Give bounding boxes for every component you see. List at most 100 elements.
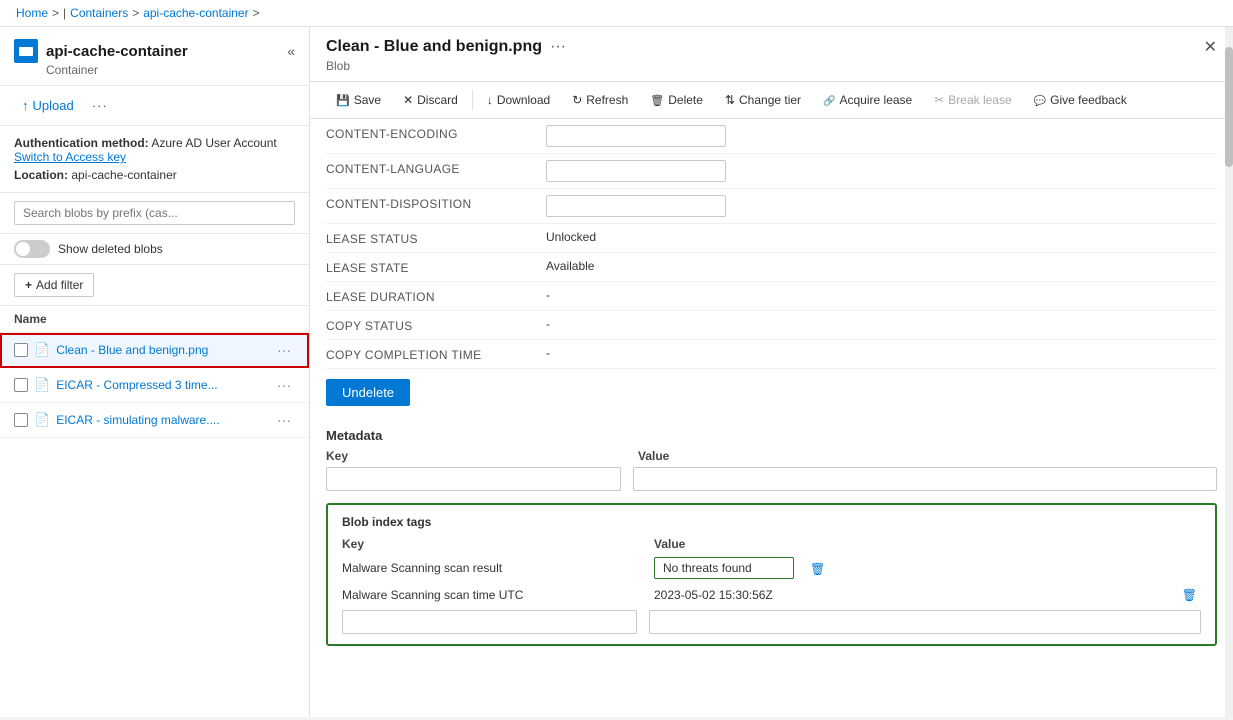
metadata-key-header: Key [326,449,626,463]
metadata-key-input[interactable] [326,467,621,491]
file-more-1[interactable]: ··· [273,340,295,360]
toggle-knob [16,242,30,256]
search-row [0,193,309,234]
detail-header: Clean - Blue and benign.png ··· ✕ Blob [310,27,1233,82]
tag-delete-2[interactable] [1178,585,1201,604]
sidebar-subtitle: Container [46,63,295,77]
tags-new-key-input[interactable] [342,610,637,634]
feedback-icon [1034,93,1046,107]
metadata-row [326,467,1217,491]
file-item-1[interactable]: Clean - Blue and benign.png ··· [0,333,309,368]
auth-info: Authentication method: Azure AD User Acc… [0,126,309,193]
file-icon-1 [34,342,50,358]
change-tier-button[interactable]: Change tier [715,88,811,112]
search-input[interactable] [14,201,295,225]
sidebar-header: api-cache-container « Container [0,27,309,86]
acquire-lease-button[interactable]: Acquire lease [813,88,922,112]
show-deleted-toggle[interactable] [14,240,50,258]
acquire-lease-icon [823,93,835,107]
breadcrumb-containers[interactable]: Containers [70,6,128,20]
metadata-table: Key Value [326,449,1217,491]
sep1 [472,90,473,110]
save-icon [336,93,350,107]
file-name-1: Clean - Blue and benign.png [56,343,267,357]
refresh-icon [572,93,582,107]
file-checkbox-3[interactable] [14,413,28,427]
content-disposition-input[interactable] [546,195,726,217]
detail-panel: Clean - Blue and benign.png ··· ✕ Blob S… [310,27,1233,717]
scrollbar-thumb[interactable] [1225,47,1233,167]
sidebar-title: api-cache-container [46,43,188,60]
breadcrumb-home[interactable]: Home [16,6,48,20]
file-list-header: Name [0,306,309,333]
discard-icon [403,93,413,107]
metadata-section-title: Metadata [326,428,1217,443]
prop-content-disposition: CONTENT-DISPOSITION [326,189,1217,224]
file-name-2: EICAR - Compressed 3 time... [56,378,267,392]
save-button[interactable]: Save [326,88,391,112]
prop-content-language: CONTENT-LANGUAGE [326,154,1217,189]
sidebar-toolbar: Upload [0,86,309,126]
download-button[interactable]: Download [477,88,560,112]
tag-row-2: Malware Scanning scan time UTC 2023-05-0… [342,585,1201,604]
metadata-header-row: Key Value [326,449,1217,463]
prop-content-encoding: CONTENT-ENCODING [326,119,1217,154]
tag-key-2: Malware Scanning scan time UTC [342,588,642,602]
file-item-2[interactable]: EICAR - Compressed 3 time... ··· [0,368,309,403]
add-filter-row: Add filter [0,265,309,306]
tag-delete-1[interactable] [806,559,829,578]
delete-button[interactable]: Delete [640,88,713,112]
content-language-input[interactable] [546,160,726,182]
tag-row-1: Malware Scanning scan result No threats … [342,557,1201,579]
tags-new-value-input[interactable] [649,610,1201,634]
file-icon-3 [34,412,50,428]
toggle-row: Show deleted blobs [0,234,309,265]
tags-header-row: Key Value [342,537,1201,551]
prop-lease-status: LEASE STATUS Unlocked [326,224,1217,253]
refresh-button[interactable]: Refresh [562,88,638,112]
file-icon-2 [34,377,50,393]
copy-completion-time-value: - [546,346,1217,360]
sidebar: api-cache-container « Container Upload A… [0,27,310,717]
detail-more-button[interactable]: ··· [550,38,566,56]
prop-lease-state: LEASE STATE Available [326,253,1217,282]
add-filter-button[interactable]: Add filter [14,273,94,297]
tag-value-2: 2023-05-02 15:30:56Z [654,588,1166,602]
sidebar-collapse-button[interactable]: « [287,43,295,59]
detail-close-button[interactable]: ✕ [1204,37,1217,57]
discard-button[interactable]: Discard [393,88,468,112]
lease-duration-value: - [546,288,1217,302]
tag-delete-icon-1 [810,561,825,576]
upload-icon [22,98,29,113]
blob-index-tags-header: Blob index tags [342,515,1201,529]
breadcrumb-container[interactable]: api-cache-container [143,6,248,20]
breadcrumb: Home > | Containers > api-cache-containe… [0,0,1233,27]
tags-new-row [342,610,1201,634]
blob-index-tags-box: Blob index tags Key Value Malware Scanni… [326,503,1217,646]
undelete-button[interactable]: Undelete [326,379,410,406]
file-more-3[interactable]: ··· [273,410,295,430]
upload-button[interactable]: Upload [14,94,82,117]
detail-body: CONTENT-ENCODING CONTENT-LANGUAGE CONTEN… [310,119,1233,717]
file-item-3[interactable]: EICAR - simulating malware.... ··· [0,403,309,438]
metadata-value-input[interactable] [633,467,1217,491]
download-icon [487,93,493,107]
detail-subtitle: Blob [326,59,1217,73]
switch-access-key-link[interactable]: Switch to Access key [14,150,126,164]
scrollbar-track [1225,27,1233,717]
file-checkbox-1[interactable] [14,343,28,357]
file-checkbox-2[interactable] [14,378,28,392]
tag-value-1: No threats found [654,557,794,579]
give-feedback-button[interactable]: Give feedback [1024,88,1137,112]
detail-toolbar: Save Discard Download Refresh Delete C [310,82,1233,119]
file-more-2[interactable]: ··· [273,375,295,395]
tags-value-header: Value [654,537,1201,551]
container-icon [14,39,38,63]
tag-key-1: Malware Scanning scan result [342,561,642,575]
sidebar-more-icon[interactable] [88,94,112,117]
content-encoding-input[interactable] [546,125,726,147]
lease-state-value: Available [546,259,1217,273]
detail-title: Clean - Blue and benign.png [326,38,542,56]
change-tier-icon [725,93,735,107]
break-lease-button[interactable]: Break lease [924,88,1021,112]
